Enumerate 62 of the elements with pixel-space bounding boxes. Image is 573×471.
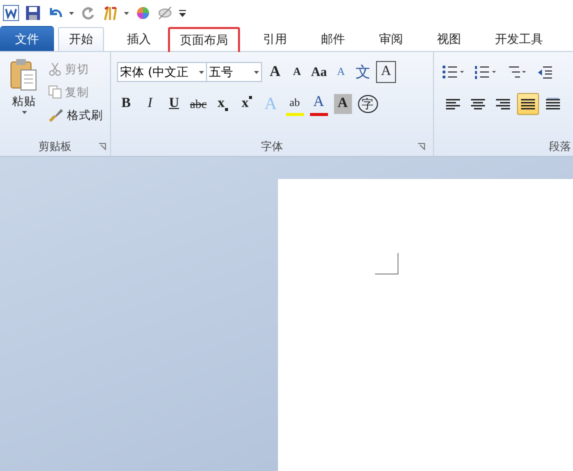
multilevel-list-icon[interactable]: [506, 65, 528, 79]
caret-icon: [69, 12, 74, 14]
sub-button[interactable]: x: [214, 94, 232, 114]
bullets-icon[interactable]: [442, 65, 464, 79]
font-size-field[interactable]: 五号: [206, 62, 262, 82]
group-label: 段落: [549, 138, 571, 154]
color-wheel-icon[interactable]: [135, 5, 151, 21]
brushes-icon[interactable]: [102, 5, 118, 21]
shading-button[interactable]: A: [334, 94, 352, 114]
distributed-align-icon: [546, 98, 560, 110]
shrink-button[interactable]: A: [288, 62, 306, 82]
caret-icon: [124, 12, 129, 14]
word-logo-icon[interactable]: [3, 5, 19, 21]
center-align-icon: [471, 98, 485, 110]
phonetic-button[interactable]: 文: [354, 62, 372, 82]
ribbon-tab[interactable]: 开发工具: [484, 27, 554, 51]
dialog-launcher-icon[interactable]: [418, 142, 425, 150]
left-align-icon: [446, 98, 460, 110]
highlight-button[interactable]: ab: [286, 92, 304, 116]
decrease-indent-icon[interactable]: [538, 65, 552, 79]
font-name-field[interactable]: 宋体 (中文正: [117, 62, 207, 82]
ribbon-tab[interactable]: 视图: [426, 27, 472, 51]
ribbon-tab[interactable]: 插入: [116, 27, 162, 51]
ribbon-tab[interactable]: 邮件: [310, 27, 356, 51]
dialog-launcher-icon[interactable]: [99, 142, 106, 150]
file-tab[interactable]: 文件: [0, 26, 54, 51]
group-label: 字体: [261, 138, 283, 154]
right-align-icon: [496, 98, 510, 110]
strike-button[interactable]: abc: [189, 94, 208, 114]
alignment-button[interactable]: [517, 93, 539, 115]
save-icon[interactable]: [25, 5, 41, 21]
caret-icon: [22, 111, 26, 114]
customize-toolbar-icon[interactable]: [179, 9, 186, 17]
underline-button[interactable]: U: [165, 94, 183, 114]
sup-button[interactable]: x: [238, 94, 256, 114]
format-painter-button[interactable]: 格式刷: [67, 108, 103, 122]
eraser-icon[interactable]: [157, 5, 173, 21]
grow-button[interactable]: A: [266, 62, 284, 82]
clear-button[interactable]: A: [332, 62, 350, 82]
paste-icon[interactable]: [10, 58, 38, 92]
brush-icon: [48, 108, 64, 122]
redo-icon[interactable]: [80, 5, 96, 21]
bold-button[interactable]: B: [117, 94, 135, 114]
margin-corner-mark: [375, 253, 399, 275]
ribbon-tab[interactable]: 审阅: [368, 27, 414, 51]
border-button[interactable]: A: [376, 61, 396, 83]
ribbon-tab[interactable]: 开始: [58, 27, 104, 51]
ribbon-tab[interactable]: 引用: [252, 27, 298, 51]
numbering-icon[interactable]: [474, 65, 496, 79]
subscript-mark-icon: [224, 108, 228, 111]
italic-button[interactable]: I: [141, 94, 159, 114]
scissors-icon: [48, 62, 62, 76]
superscript-mark-icon: [248, 96, 252, 99]
caret-icon: [199, 70, 204, 74]
enclose-button[interactable]: 字: [358, 95, 378, 113]
case-button[interactable]: Aa: [310, 62, 328, 82]
color-button[interactable]: A: [310, 92, 328, 116]
group-label: 剪贴板: [38, 138, 72, 154]
copy-icon: [48, 85, 62, 99]
paste-button[interactable]: 粘贴: [12, 94, 36, 109]
justify-align-icon: [521, 98, 535, 110]
caret-icon: [254, 70, 259, 74]
